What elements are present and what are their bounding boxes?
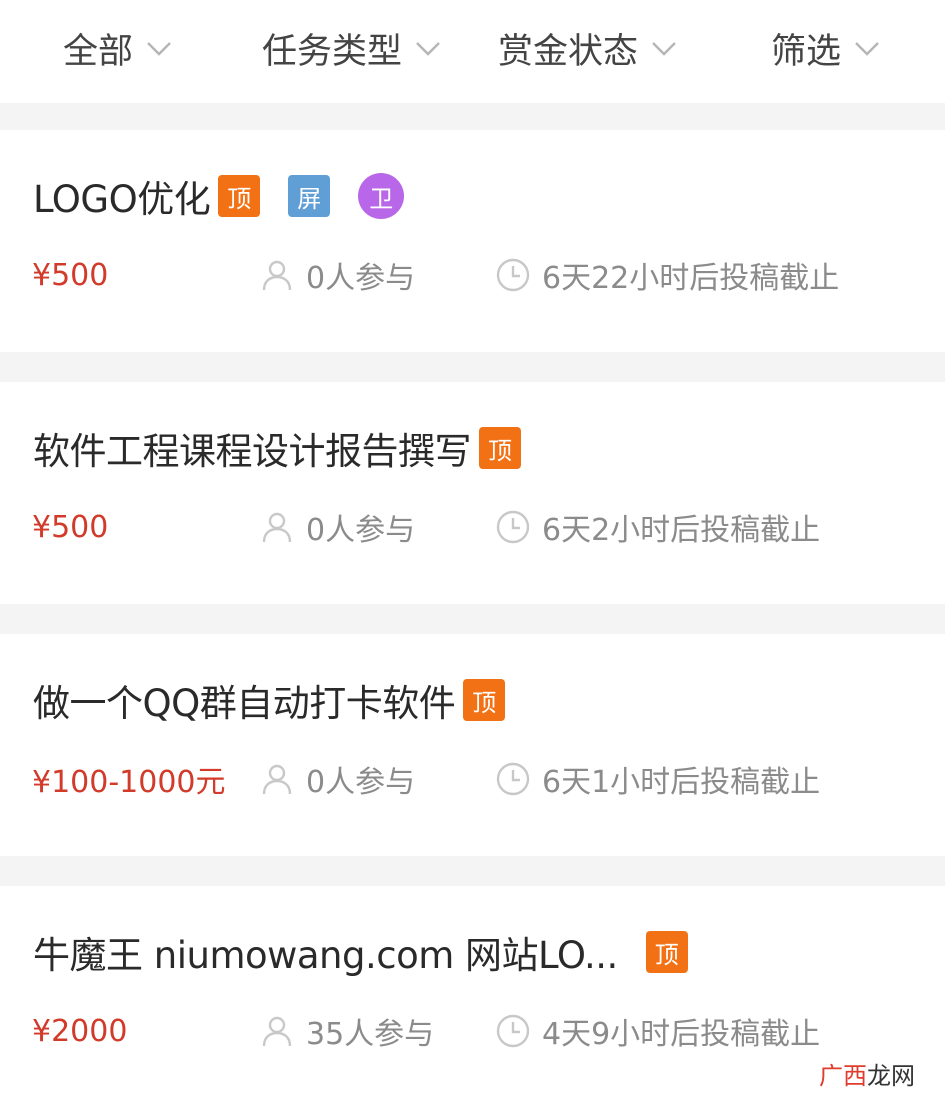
- task-card[interactable]: 软件工程课程设计报告撰写 顶 ¥500 0人参与 6天2小时后投稿截止: [0, 382, 945, 604]
- person-icon: [262, 764, 292, 795]
- filter-all-label: 全部: [63, 31, 134, 72]
- task-price: ¥500: [32, 257, 109, 293]
- deadline: 6天22小时后投稿截止: [496, 253, 839, 297]
- clock-icon: [496, 258, 530, 292]
- deadline-text: 4天9小时后投稿截止: [542, 1017, 821, 1052]
- deadline-text: 6天1小时后投稿截止: [542, 765, 821, 800]
- participants: 0人参与: [260, 253, 415, 297]
- watermark-part1: 广西: [819, 1062, 867, 1090]
- task-title-row: 软件工程课程设计报告撰写 顶: [33, 422, 521, 474]
- task-card[interactable]: 做一个QQ群自动打卡软件 顶 ¥100-1000元 0人参与 6天1小时后投稿截…: [0, 634, 945, 856]
- top-badge: 顶: [463, 679, 506, 721]
- deadline: 6天2小时后投稿截止: [496, 505, 820, 549]
- deadline-text: 6天2小时后投稿截止: [542, 513, 821, 548]
- task-title: 牛魔王 niumowang.com 网站LO...: [33, 934, 618, 977]
- task-title-row: 牛魔王 niumowang.com 网站LO... 顶: [33, 926, 688, 978]
- task-title: 软件工程课程设计报告撰写: [33, 430, 472, 473]
- participants: 35人参与: [260, 1009, 434, 1053]
- task-card[interactable]: LOGO优化 顶 屏 卫 ¥500 0人参与 6天22小时后投稿截止: [0, 130, 945, 352]
- deadline-text: 6天22小时后投稿截止: [542, 261, 840, 296]
- chevron-down-icon: [147, 42, 171, 56]
- participants-count: 0人参与: [306, 513, 416, 548]
- participants-count: 0人参与: [306, 765, 416, 800]
- filter-task-type[interactable]: 任务类型: [262, 24, 442, 72]
- filter-task-type-label: 任务类型: [262, 31, 403, 72]
- clock-icon: [496, 762, 530, 796]
- filter-all[interactable]: 全部: [63, 24, 173, 72]
- person-icon: [262, 512, 292, 543]
- top-badge: 顶: [218, 175, 261, 217]
- task-title-row: LOGO优化 顶 屏 卫: [33, 170, 405, 222]
- person-icon: [262, 1016, 292, 1047]
- person-icon: [262, 260, 292, 291]
- top-badge: 顶: [645, 931, 688, 973]
- task-price: ¥2000: [32, 1013, 128, 1049]
- participants: 0人参与: [260, 757, 415, 801]
- chevron-down-icon: [416, 42, 440, 56]
- clock-icon: [496, 1014, 530, 1048]
- filter-bar: 全部 任务类型 赏金状态 筛选: [0, 0, 945, 103]
- task-price: ¥500: [32, 509, 109, 545]
- task-title-row: 做一个QQ群自动打卡软件 顶: [33, 674, 506, 726]
- task-price: ¥100-1000元: [32, 765, 226, 800]
- guard-badge: 卫: [358, 173, 405, 219]
- deadline: 6天1小时后投稿截止: [496, 757, 820, 801]
- clock-icon: [496, 510, 530, 544]
- filter-screen[interactable]: 筛选: [771, 24, 881, 72]
- deadline: 4天9小时后投稿截止: [496, 1009, 820, 1053]
- participants: 0人参与: [260, 505, 415, 549]
- task-title: 做一个QQ群自动打卡软件: [33, 682, 456, 725]
- chevron-down-icon: [652, 42, 676, 56]
- screen-badge: 屏: [288, 175, 331, 217]
- participants-count: 35人参与: [306, 1017, 435, 1052]
- watermark: 广西龙网: [819, 1056, 915, 1091]
- filter-bounty-status[interactable]: 赏金状态: [498, 24, 678, 72]
- top-badge: 顶: [479, 427, 521, 469]
- watermark-part2: 龙网: [867, 1062, 915, 1090]
- chevron-down-icon: [855, 42, 879, 56]
- filter-bounty-status-label: 赏金状态: [498, 31, 639, 72]
- filter-screen-label: 筛选: [771, 31, 842, 72]
- participants-count: 0人参与: [306, 261, 416, 296]
- task-card[interactable]: 牛魔王 niumowang.com 网站LO... 顶 ¥2000 35人参与 …: [0, 886, 945, 1105]
- task-title: LOGO优化: [33, 178, 211, 221]
